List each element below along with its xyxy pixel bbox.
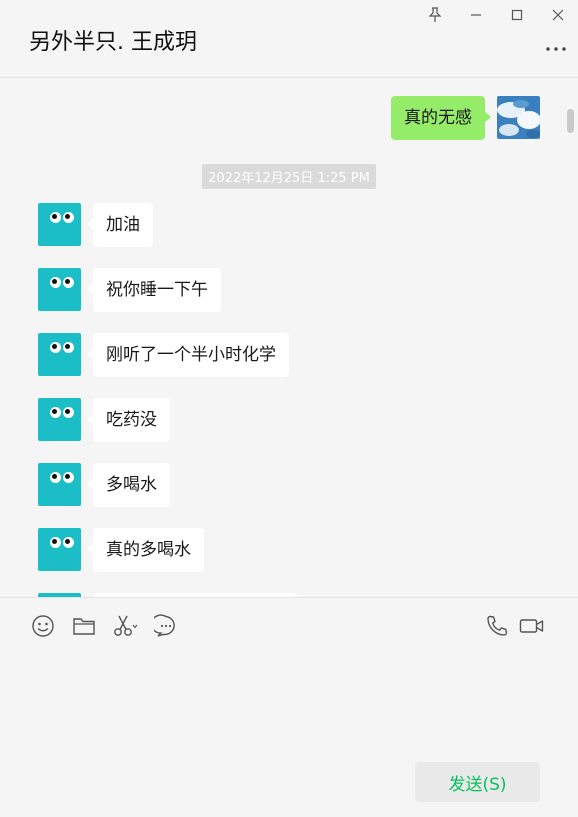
emoji-icon[interactable] [30, 613, 56, 639]
avatar-eye [63, 537, 74, 548]
maximize-icon[interactable] [504, 4, 530, 26]
chat-history[interactable]: 真的无感 2022年12月25日 1:25 PM 加油 祝你睡一下午 刚听了一个… [0, 78, 578, 597]
message-input[interactable] [20, 650, 558, 750]
avatar-eye [63, 472, 74, 483]
send-button[interactable]: 发送(S) [415, 762, 540, 802]
chat-history-icon[interactable] [153, 613, 179, 639]
video-call-icon[interactable] [519, 613, 545, 639]
message-row: 加油 [38, 203, 153, 247]
message-bubble[interactable]: 刚听了一个半小时化学 [87, 333, 289, 377]
chat-title: 另外半只. 王成玥 [29, 30, 197, 55]
message-bubble[interactable]: 多喝水 [87, 463, 170, 507]
pin-icon[interactable] [422, 4, 448, 26]
my-message-row: 真的无感 [391, 96, 540, 140]
avatar-eye [50, 277, 61, 288]
avatar-eye [50, 212, 61, 223]
contact-avatar[interactable] [38, 463, 81, 506]
message-bubble[interactable]: 加油 [87, 203, 153, 247]
avatar-eye [50, 342, 61, 353]
timestamp: 2022年12月25日 1:25 PM [0, 164, 578, 189]
close-icon[interactable] [545, 4, 571, 26]
title-bar: 另外半只. 王成玥 [0, 0, 578, 78]
avatar-eye [63, 407, 74, 418]
avatar-eye [50, 407, 61, 418]
message-row: 祝你睡一下午 [38, 268, 221, 312]
avatar-eye [50, 537, 61, 548]
composer-divider [0, 597, 578, 598]
message-bubble[interactable]: 祝你睡一下午 [87, 268, 221, 312]
folder-icon[interactable] [71, 613, 97, 639]
message-row: 吃药没 [38, 398, 170, 442]
message-bubble[interactable]: 吃药没 [87, 398, 170, 442]
contact-avatar[interactable] [38, 398, 81, 441]
avatar-eye [63, 342, 74, 353]
screenshot-scissors-icon[interactable] [112, 613, 138, 639]
contact-avatar[interactable] [38, 268, 81, 311]
message-row: 真的多喝水 [38, 528, 204, 572]
chat-scrollbar[interactable] [567, 109, 574, 133]
message-bubble[interactable]: 真的多喝水 [87, 528, 204, 572]
voice-call-icon[interactable] [484, 613, 510, 639]
contact-avatar[interactable] [38, 203, 81, 246]
more-options-icon[interactable] [545, 38, 567, 60]
message-row: 多喝水 [38, 463, 170, 507]
avatar-eye [50, 472, 61, 483]
avatar-eye [63, 277, 74, 288]
avatar-eye [63, 212, 74, 223]
minimize-icon[interactable] [463, 4, 489, 26]
message-row: 刚听了一个半小时化学 [38, 333, 289, 377]
my-message-bubble[interactable]: 真的无感 [391, 96, 491, 140]
my-avatar[interactable] [497, 96, 540, 139]
contact-avatar[interactable] [38, 528, 81, 571]
timestamp-label: 2022年12月25日 1:25 PM [202, 164, 376, 189]
contact-avatar[interactable] [38, 333, 81, 376]
